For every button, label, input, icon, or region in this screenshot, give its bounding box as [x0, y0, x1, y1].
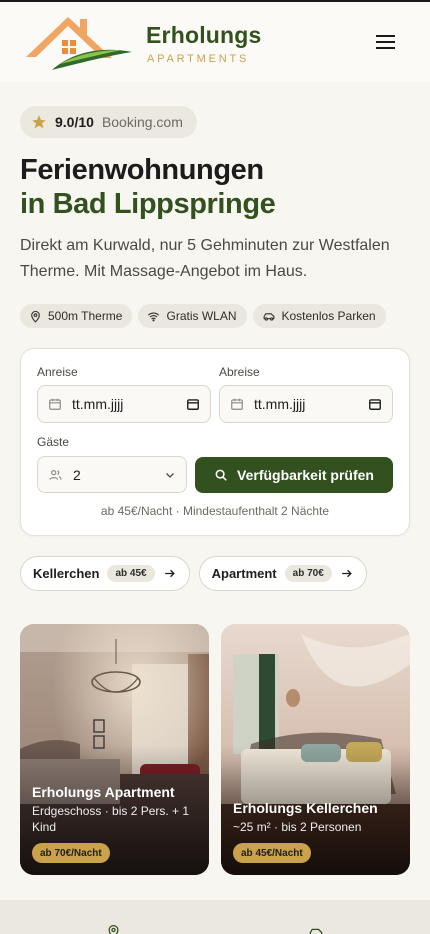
location-pin-icon — [108, 924, 119, 934]
location-pin-icon — [31, 310, 40, 323]
arrival-label: Anreise — [37, 365, 78, 379]
menu-icon-bar — [376, 47, 395, 49]
quick-links: Kellerchen ab 45€ Apartment ab 70€ — [20, 556, 367, 591]
check-availability-label: Verfügbarkeit prüfen — [237, 467, 374, 483]
brand-name[interactable]: Erholungs — [146, 22, 262, 49]
departure-date-value: tt.mm.jjjj — [254, 396, 306, 412]
apartment-price-badge: ab 45€/Nacht — [233, 843, 311, 863]
logo-icon[interactable] — [22, 12, 134, 72]
menu-icon-bar — [376, 35, 395, 37]
guests-label: Gäste — [37, 435, 70, 449]
arrow-right-icon — [341, 569, 352, 578]
hero-lead: Direkt am Kurwald, nur 5 Gehminuten zur … — [20, 237, 390, 280]
calendar-picker-icon[interactable] — [368, 397, 382, 411]
menu-icon-bar — [376, 41, 395, 43]
page-title-location: in Bad Lippspringe — [20, 188, 276, 220]
feature-label: 500m Therme — [48, 309, 123, 323]
star-icon — [32, 115, 46, 129]
apartment-description: ~25 m² · bis 2 Personen — [233, 820, 362, 834]
chevron-down-icon — [166, 472, 174, 478]
bottom-feature-bar — [0, 900, 430, 934]
brand-subtitle: APARTMENTS — [147, 53, 250, 65]
apartment-card-apartment[interactable]: Erholungs Apartment Erdgeschoss · bis 2 … — [20, 624, 209, 875]
search-icon — [215, 469, 227, 481]
people-icon — [49, 469, 62, 480]
apartment-title: Erholungs Kellerchen — [233, 800, 378, 816]
quick-link-label: Kellerchen — [33, 566, 100, 581]
quick-link-price: ab 70€ — [284, 565, 332, 582]
quick-link-label: Apartment — [211, 566, 277, 581]
feature-chip-parking: Kostenlos Parken — [252, 304, 386, 328]
wifi-icon — [148, 312, 160, 321]
arrival-date-value: tt.mm.jjjj — [72, 396, 124, 412]
site-header: Erholungs APARTMENTS — [0, 2, 430, 82]
feature-chips: 500m Therme Gratis WLAN Kostenlos Parken — [20, 304, 386, 328]
car-icon — [263, 312, 274, 321]
rating-badge: 9.0/10 Booking.com — [20, 106, 197, 138]
rating-score: 9.0/10 — [55, 114, 94, 130]
feature-label: Gratis WLAN — [166, 309, 237, 323]
apartment-card-kellerchen[interactable]: Erholungs Kellerchen ~25 m² · bis 2 Pers… — [221, 624, 410, 875]
apartment-price-badge: ab 70€/Nacht — [32, 843, 110, 863]
arrival-date-field[interactable]: tt.mm.jjjj — [37, 385, 211, 423]
calendar-picker-icon[interactable] — [186, 397, 200, 411]
departure-date-field[interactable]: tt.mm.jjjj — [219, 385, 393, 423]
feature-chip-wlan: Gratis WLAN — [138, 304, 247, 328]
departure-label: Abreise — [219, 365, 260, 379]
guests-value: 2 — [73, 466, 81, 483]
booking-form: Anreise tt.mm.jjjj Abreise tt.mm.jjjj Gä… — [20, 348, 410, 536]
apartment-title: Erholungs Apartment — [32, 784, 175, 800]
calendar-icon — [231, 398, 243, 410]
rating-source: Booking.com — [101, 114, 183, 130]
feature-chip-therme: 500m Therme — [20, 304, 133, 328]
menu-button[interactable] — [374, 32, 398, 54]
quick-link-apartment[interactable]: Apartment ab 70€ — [198, 556, 367, 591]
guests-select[interactable]: 2 — [37, 456, 187, 493]
apartment-description: Erdgeschoss · bis 2 Pers. + 1 Kind — [32, 804, 190, 834]
check-availability-button[interactable]: Verfügbarkeit prüfen — [195, 457, 393, 493]
arrow-right-icon — [164, 569, 175, 578]
car-icon — [309, 928, 323, 934]
feature-label: Kostenlos Parken — [281, 309, 376, 323]
quick-link-price: ab 45€ — [107, 565, 155, 582]
page-title: Ferienwohnungen — [20, 154, 264, 186]
calendar-icon — [49, 398, 61, 410]
price-note: ab 45€/Nacht · Mindestaufenthalt 2 Nächt… — [100, 504, 330, 518]
quick-link-kellerchen[interactable]: Kellerchen ab 45€ — [20, 556, 190, 591]
